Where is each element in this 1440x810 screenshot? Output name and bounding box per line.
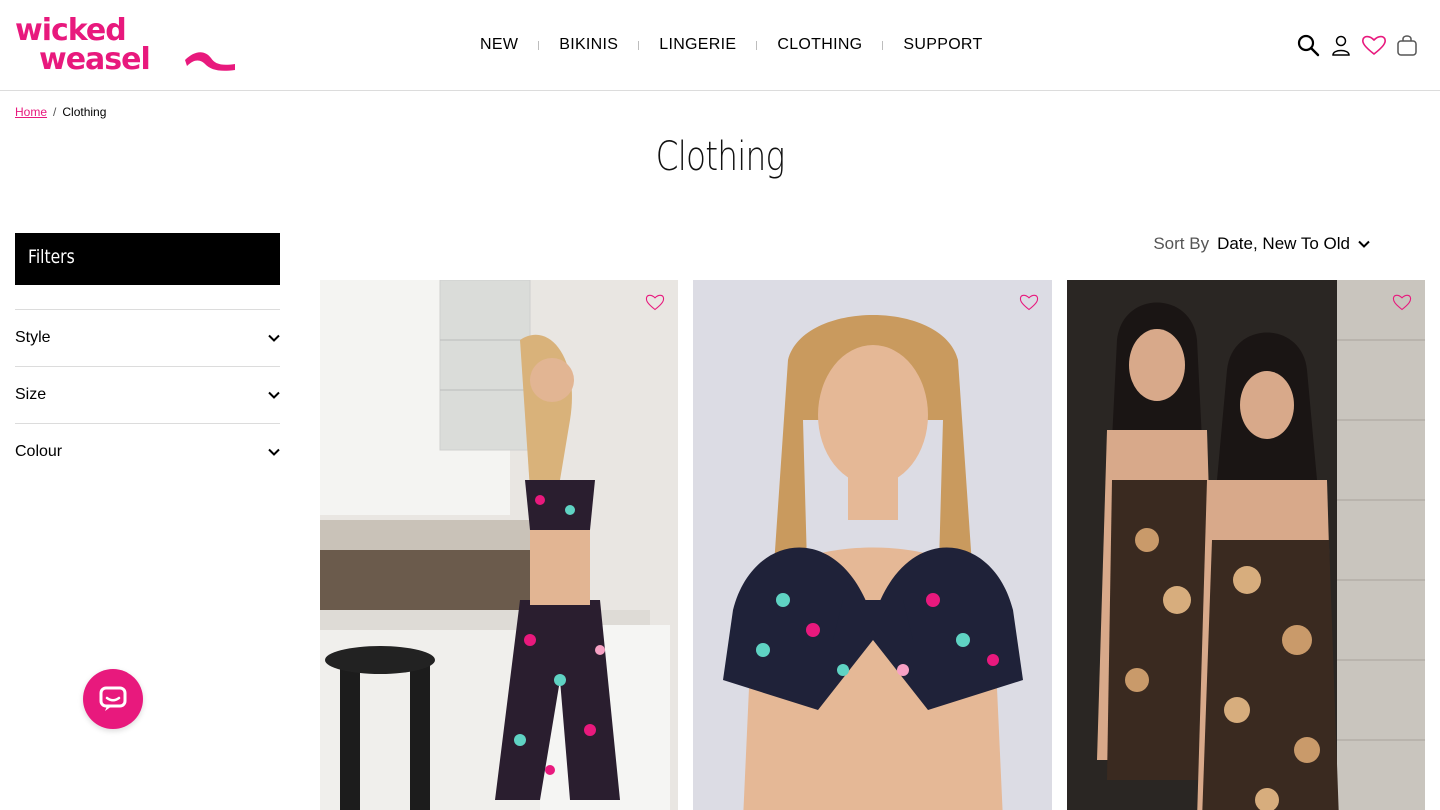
account-icon[interactable] xyxy=(1326,30,1356,60)
product-image[interactable] xyxy=(693,280,1052,810)
breadcrumb-separator: / xyxy=(53,105,57,119)
filter-list: Style Size Colour xyxy=(15,309,280,480)
heart-outline-icon[interactable] xyxy=(1392,293,1412,311)
product-grid xyxy=(320,280,1425,810)
product-card[interactable] xyxy=(1066,280,1425,810)
filter-label: Colour xyxy=(15,443,63,460)
product-image[interactable] xyxy=(1066,280,1425,810)
filters-header[interactable]: Filters xyxy=(15,233,280,285)
product-card[interactable] xyxy=(693,280,1052,810)
nav-item-new[interactable]: NEW xyxy=(480,36,518,54)
main-nav: NEW BIKINIS LINGERIE CLOTHING SUPPORT xyxy=(480,34,983,56)
site-header: wicked weasel NEW BIKINIS LINGERIE CLOTH… xyxy=(0,0,1440,91)
filters-title: Filters xyxy=(28,246,75,268)
breadcrumb-current: Clothing xyxy=(62,105,107,119)
nav-divider xyxy=(538,40,540,50)
filter-label: Size xyxy=(15,386,47,403)
nav-item-support[interactable]: SUPPORT xyxy=(903,36,982,54)
wishlist-heart-icon[interactable] xyxy=(1359,30,1389,60)
heart-outline-icon[interactable] xyxy=(645,293,665,311)
nav-item-clothing[interactable]: CLOTHING xyxy=(777,36,862,54)
chat-bubble-icon xyxy=(99,686,127,711)
sort-dropdown[interactable]: Sort By Date, New To Old xyxy=(1153,234,1370,254)
heart-outline-icon[interactable] xyxy=(1019,293,1039,311)
nav-divider xyxy=(638,40,640,50)
chevron-down-icon xyxy=(268,391,280,399)
sort-value: Date, New To Old xyxy=(1217,234,1350,253)
filter-label: Style xyxy=(15,329,51,346)
product-image[interactable] xyxy=(320,280,679,810)
svg-text:weasel: weasel xyxy=(39,42,150,76)
filter-size[interactable]: Size xyxy=(15,366,280,423)
product-card[interactable] xyxy=(320,280,679,810)
search-icon[interactable] xyxy=(1293,30,1323,60)
filter-colour[interactable]: Colour xyxy=(15,423,280,480)
wicked-weasel-logo[interactable]: wicked weasel xyxy=(15,14,237,76)
nav-item-bikinis[interactable]: BIKINIS xyxy=(559,36,618,54)
breadcrumb-home-link[interactable]: Home xyxy=(15,105,47,119)
sort-label: Sort By xyxy=(1153,234,1210,253)
breadcrumb: Home / Clothing xyxy=(15,105,106,119)
nav-divider xyxy=(756,40,758,50)
nav-divider xyxy=(882,40,884,50)
cart-bag-icon[interactable] xyxy=(1392,30,1422,60)
chevron-down-icon xyxy=(268,448,280,456)
page-title: Clothing xyxy=(655,134,786,180)
chat-button[interactable] xyxy=(83,669,143,729)
chevron-down-icon xyxy=(268,334,280,342)
nav-item-lingerie[interactable]: LINGERIE xyxy=(659,36,736,54)
chevron-down-icon xyxy=(1358,240,1370,248)
header-icons xyxy=(1290,30,1422,60)
filter-style[interactable]: Style xyxy=(15,309,280,366)
